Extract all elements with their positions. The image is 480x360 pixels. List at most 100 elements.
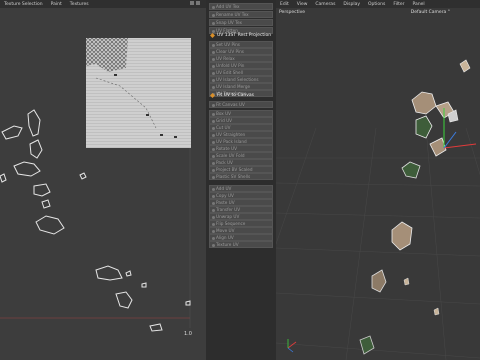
panel-item-label: Move UV <box>216 228 235 233</box>
panel-bullet-icon <box>211 201 215 205</box>
panel-bullet-icon <box>211 140 215 144</box>
panel-bullet-icon <box>211 50 215 54</box>
panel-bullet-icon <box>211 194 215 198</box>
panel-bullet-icon <box>211 236 215 240</box>
uv-header-icons[interactable] <box>190 1 202 7</box>
scene-meshes[interactable] <box>359 59 471 355</box>
panel-section-label: Fit UV to Canvas <box>217 93 254 98</box>
panel-item-label: UV Straighten <box>216 132 246 137</box>
panel-item[interactable]: Clear UV Pins <box>209 48 273 55</box>
texture-preview <box>86 38 191 148</box>
panel-item[interactable]: Pack UV <box>209 159 273 166</box>
panel-item[interactable]: UV Straighten <box>209 131 273 138</box>
panel-bullet-icon <box>211 119 215 123</box>
panel-item[interactable]: Rotate UV <box>209 145 273 152</box>
mesh-piece[interactable] <box>403 277 410 286</box>
vp-menu-options[interactable]: Options <box>368 2 385 7</box>
mesh-piece[interactable] <box>411 91 437 115</box>
panel-item[interactable]: Unwrap UV <box>209 213 273 220</box>
vp-menu-edit[interactable]: Edit <box>280 2 289 7</box>
uv-island[interactable] <box>149 323 163 332</box>
panel-item[interactable]: Rename UV Tex <box>209 11 273 18</box>
uv-island[interactable] <box>35 215 65 235</box>
uv-island[interactable] <box>95 265 123 281</box>
uv-island[interactable] <box>125 270 132 277</box>
panel-item-label: Align UV <box>216 235 234 240</box>
panel-item[interactable]: Grid UV <box>209 117 273 124</box>
vp-menu-panel[interactable]: Panel <box>413 2 425 7</box>
uv-menu-paint[interactable]: Paint <box>51 2 62 7</box>
panel-item-label: Fit Canvas UV <box>216 102 245 107</box>
panel-item[interactable]: Align UV <box>209 234 273 241</box>
panel-item[interactable]: Move UV <box>209 227 273 234</box>
texture-preview-art <box>86 38 191 148</box>
panel-item[interactable]: Add UV <box>209 185 273 192</box>
uv-editor-view[interactable]: 1.0 <box>0 8 206 360</box>
vp-menu-display[interactable]: Display <box>343 2 360 7</box>
viewport-scene[interactable] <box>276 8 480 360</box>
star-icon <box>210 33 215 38</box>
panel-item[interactable]: Unfold UV Pin <box>209 62 273 69</box>
panel-item[interactable]: Add UV Tex <box>209 3 273 10</box>
panel-bullet-icon <box>211 133 215 137</box>
panel-item[interactable]: Copy UV <box>209 192 273 199</box>
mesh-piece[interactable] <box>415 115 433 139</box>
panel-item[interactable]: Snap UV Tex <box>209 19 273 26</box>
uv-island[interactable] <box>27 109 41 137</box>
mesh-piece[interactable] <box>359 335 375 355</box>
panel-bullet-icon <box>211 43 215 47</box>
panel-item-label: Set UV Pins <box>216 42 240 47</box>
panel-item[interactable]: UV Island Merge <box>209 83 273 90</box>
mesh-piece[interactable] <box>459 59 471 73</box>
uv-island[interactable] <box>185 300 191 306</box>
uv-menu-textures[interactable]: Textures <box>70 2 89 7</box>
uv-layout-icon[interactable] <box>190 1 194 5</box>
mesh-piece[interactable] <box>433 307 440 316</box>
uv-maximize-icon[interactable] <box>196 1 200 5</box>
uv-island[interactable] <box>115 291 133 309</box>
panel-item[interactable]: Flip Sequence <box>209 220 273 227</box>
uv-island[interactable] <box>1 125 23 140</box>
uv-island[interactable] <box>79 172 87 180</box>
panel-bullet-icon <box>211 21 215 25</box>
uv-island[interactable] <box>0 173 7 183</box>
panel-item[interactable]: Fit Canvas UV <box>209 101 273 108</box>
uv-island[interactable] <box>33 183 51 197</box>
uv-island[interactable] <box>41 199 51 209</box>
panel-item[interactable]: Texture UV <box>209 241 273 248</box>
panel-item[interactable]: UV Pack Island <box>209 138 273 145</box>
panel-item[interactable]: Paste UV <box>209 199 273 206</box>
panel-item-label: UV Island Merge <box>216 84 251 89</box>
uv-menu-texture-selection[interactable]: Texture Selection <box>4 2 43 7</box>
panel-item[interactable]: Box UV <box>209 110 273 117</box>
panel-item[interactable]: Project BV Scaled <box>209 166 273 173</box>
mesh-piece[interactable] <box>401 161 421 179</box>
panel-item[interactable]: Scale UV Fold <box>209 152 273 159</box>
vp-menu-cameras[interactable]: Cameras <box>315 2 335 7</box>
panel-bullet-icon <box>211 229 215 233</box>
mesh-piece[interactable] <box>391 221 413 251</box>
panel-item-label: Cut UV <box>216 125 231 130</box>
panel-item[interactable]: Plastic SV Shells <box>209 173 273 180</box>
panel-item[interactable]: Cut UV <box>209 124 273 131</box>
panel-item[interactable]: UV Edit Shell <box>209 69 273 76</box>
vp-menu-view[interactable]: View <box>297 2 308 7</box>
panel-item[interactable]: Set UV Pins <box>209 41 273 48</box>
vp-menu-filter[interactable]: Filter <box>393 2 404 7</box>
panel-bullet-icon <box>211 187 215 191</box>
mesh-piece[interactable] <box>371 269 387 293</box>
perspective-viewport[interactable]: Perspective Default Camera ° <box>276 8 480 360</box>
panel-item[interactable]: UV Island Selections <box>209 76 273 83</box>
panel-bullet-icon <box>211 208 215 212</box>
panel-bullet-icon <box>211 175 215 179</box>
panel-bullet-icon <box>211 147 215 151</box>
panel-item[interactable]: UV Relax <box>209 55 273 62</box>
panel-section-fit-canvas[interactable]: Fit UV to Canvas <box>209 92 273 100</box>
viewport-camera-label[interactable]: Default Camera ° <box>411 10 450 15</box>
uv-island[interactable] <box>29 139 43 159</box>
panel-section-projection[interactable]: UV 13ST Rest Projection <box>209 32 273 40</box>
uv-island[interactable] <box>141 282 147 288</box>
panel-item[interactable]: Transfer UV <box>209 206 273 213</box>
gizmo-z-axis[interactable] <box>443 131 457 149</box>
uv-island[interactable] <box>13 161 41 177</box>
